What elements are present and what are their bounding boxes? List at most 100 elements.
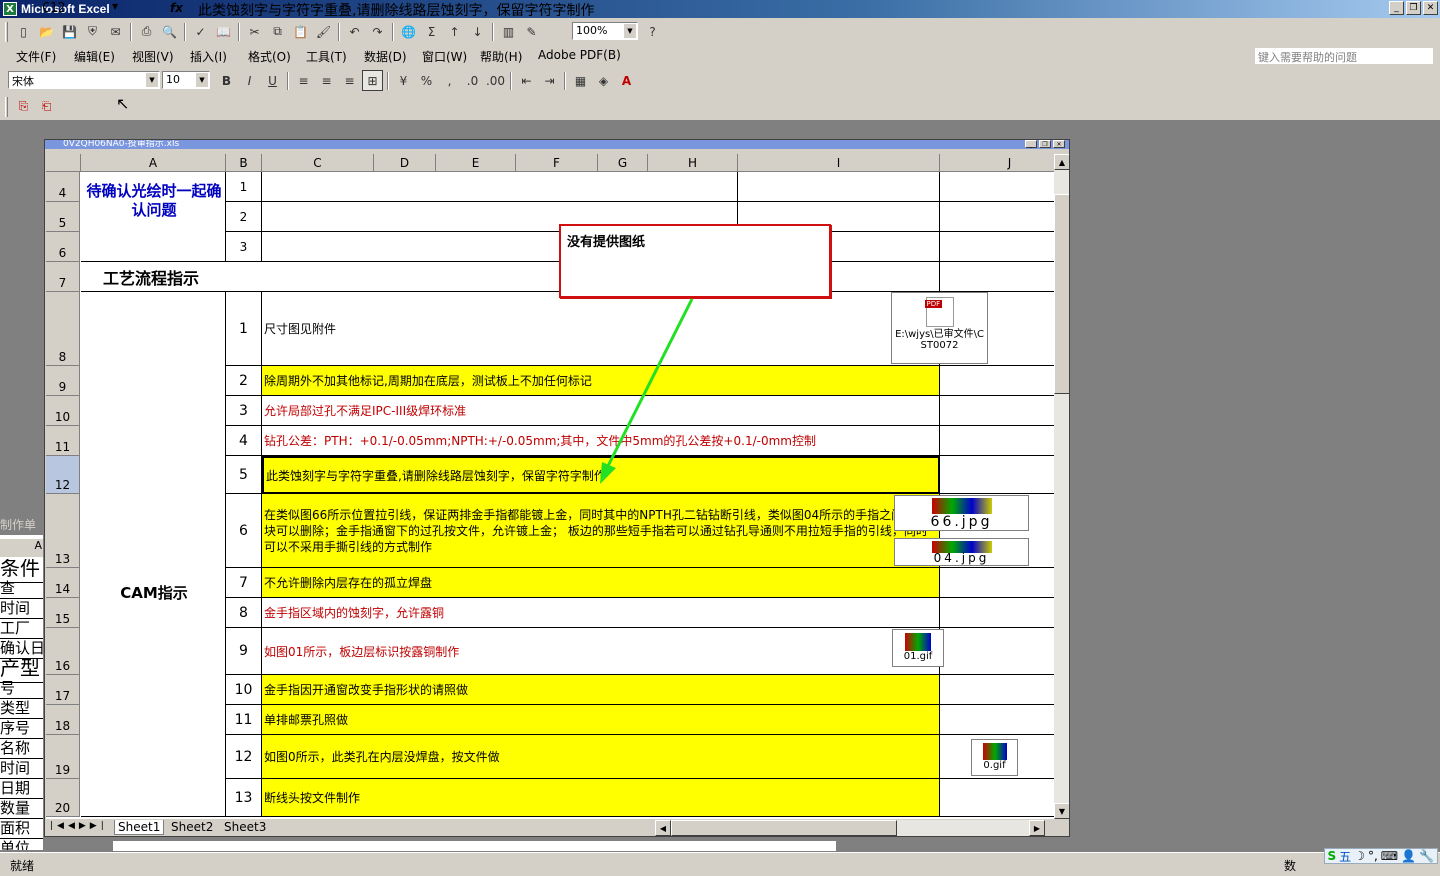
horizontal-scroll-thumb[interactable] bbox=[671, 820, 897, 836]
image-attachment-0[interactable]: 0.gif bbox=[971, 739, 1018, 776]
cam-item-text[interactable]: 尺寸图见附件 bbox=[262, 292, 940, 366]
function-icon[interactable]: fx bbox=[170, 1, 183, 15]
close-button[interactable]: ✕ bbox=[1423, 1, 1438, 15]
name-box[interactable]: C12 bbox=[2, 1, 124, 17]
row-header-18[interactable]: 18 bbox=[46, 705, 80, 735]
cam-item-number[interactable]: 11 bbox=[226, 705, 262, 735]
font-color-icon[interactable]: A bbox=[616, 70, 637, 91]
cam-item-number[interactable]: 1 bbox=[226, 292, 262, 366]
align-left-icon[interactable]: ≡ bbox=[293, 70, 314, 91]
row-header-14[interactable]: 14 bbox=[46, 568, 80, 598]
column-header-j[interactable]: J bbox=[940, 154, 1054, 172]
row-header-7[interactable]: 7 bbox=[46, 262, 80, 292]
ime-keyboard-icon[interactable]: ⌨ bbox=[1381, 849, 1398, 863]
row-header-11[interactable]: 11 bbox=[46, 426, 80, 456]
paste-icon[interactable]: 📋 bbox=[290, 21, 311, 42]
vertical-scroll-thumb[interactable] bbox=[1054, 194, 1069, 394]
restore-button[interactable]: ❐ bbox=[1406, 1, 1421, 15]
cam-item-text[interactable]: 如图01所示，板边层标识按露铜制作 bbox=[262, 628, 940, 675]
scroll-left-icon[interactable]: ◀ bbox=[655, 820, 671, 836]
new-file-icon[interactable]: ▯ bbox=[13, 21, 34, 42]
sheet-tab-2[interactable]: Sheet2 bbox=[168, 820, 216, 834]
menu-help[interactable]: 帮助(H) bbox=[480, 48, 522, 65]
chevron-down-icon[interactable]: ▼ bbox=[146, 73, 158, 87]
sort-ascending-icon[interactable]: ↑ bbox=[444, 21, 465, 42]
toolbar-grip[interactable] bbox=[5, 96, 8, 117]
sheet-nav-arrows-icon[interactable]: |◀◀▶▶| bbox=[50, 821, 108, 831]
cam-item-number[interactable]: 9 bbox=[226, 628, 262, 675]
cam-item-number[interactable]: 10 bbox=[226, 675, 262, 705]
underline-icon[interactable]: U bbox=[262, 70, 283, 91]
cam-item-text[interactable]: 如图0所示，此类孔在内层没焊盘，按文件做 bbox=[262, 735, 940, 779]
increase-decimal-icon[interactable]: .0 bbox=[462, 70, 483, 91]
cam-item-number[interactable]: 6 bbox=[226, 494, 262, 568]
spreadsheet-grid[interactable]: ABCDEFGHIJ 4 5 6 7 8 9 10 11 12 13 14 15 16 17 18 19 20 … bbox=[46, 154, 1054, 819]
cam-item-text[interactable]: 此类蚀刻字与字符字重叠,请删除线路层蚀刻字，保留字符字制作 bbox=[262, 456, 940, 494]
select-all-corner[interactable] bbox=[46, 154, 81, 172]
toolbar-grip[interactable] bbox=[5, 21, 8, 42]
merge-center-icon[interactable]: ⊞ bbox=[362, 70, 383, 91]
cam-item-number[interactable]: 5 bbox=[226, 456, 262, 494]
permission-icon[interactable]: ⛨ bbox=[82, 21, 103, 42]
image-attachment-01[interactable]: 01.gif bbox=[892, 629, 944, 667]
menu-window[interactable]: 窗口(W) bbox=[422, 48, 467, 65]
workbook-minimize-button[interactable]: _ bbox=[1025, 140, 1037, 148]
open-folder-icon[interactable]: 📂 bbox=[36, 21, 57, 42]
sheet-tab-1[interactable]: Sheet1 bbox=[114, 820, 165, 835]
attachment-cell[interactable] bbox=[940, 232, 1054, 262]
row-header-4[interactable]: 4 bbox=[46, 172, 80, 202]
fill-color-icon[interactable]: ◈ bbox=[593, 70, 614, 91]
sort-descending-icon[interactable]: ↓ bbox=[467, 21, 488, 42]
cam-item-text[interactable]: 单排邮票孔照做 bbox=[262, 705, 940, 735]
font-size-combo[interactable]: 10 ▼ bbox=[162, 71, 210, 89]
image-attachment-66[interactable]: 66.jpg bbox=[894, 495, 1029, 531]
borders-icon[interactable]: ▦ bbox=[570, 70, 591, 91]
percent-icon[interactable]: % bbox=[416, 70, 437, 91]
decrease-indent-icon[interactable]: ⇤ bbox=[516, 70, 537, 91]
row-header-10[interactable]: 10 bbox=[46, 396, 80, 426]
cam-item-text[interactable]: 断线头按文件制作 bbox=[262, 779, 940, 817]
ime-halfwidth-icon[interactable]: ☽ bbox=[1354, 849, 1365, 863]
menu-adobe-pdf[interactable]: Adobe PDF(B) bbox=[538, 48, 621, 62]
research-icon[interactable]: 📖 bbox=[213, 21, 234, 42]
column-header-h[interactable]: H bbox=[648, 154, 738, 172]
align-right-icon[interactable]: ≡ bbox=[339, 70, 360, 91]
cam-item-number[interactable]: 7 bbox=[226, 568, 262, 598]
comment-box[interactable]: 没有提供图纸 bbox=[559, 224, 831, 298]
menu-file[interactable]: 文件(F) bbox=[16, 48, 56, 65]
cam-item-text[interactable]: 除周期外不加其他标记,周期加在底层，测试板上不加任何标记 bbox=[262, 366, 940, 396]
cam-label-cell[interactable]: CAM指示 bbox=[81, 292, 226, 817]
convert-and-email-pdf-icon[interactable]: ⎗ bbox=[36, 96, 57, 117]
currency-icon[interactable]: ¥ bbox=[393, 70, 414, 91]
spelling-icon[interactable]: ✓ bbox=[190, 21, 211, 42]
cam-item-text[interactable]: 允许局部过孔不满足IPC-III级焊环标准 bbox=[262, 396, 940, 426]
minimize-button[interactable]: _ bbox=[1389, 1, 1404, 15]
ime-toolbar[interactable]: S 五 ☽ °, ⌨ 👤 🔧 bbox=[1323, 848, 1438, 864]
menu-edit[interactable]: 编辑(E) bbox=[74, 48, 115, 65]
confirm-item-number[interactable]: 2 bbox=[226, 202, 262, 232]
column-header-c[interactable]: C bbox=[262, 154, 374, 172]
cam-item-text[interactable]: 钻孔公差：PTH：+0.1/-0.05mm;NPTH:+/-0.05mm;其中，… bbox=[262, 426, 940, 456]
attachment-cell[interactable] bbox=[940, 628, 1054, 675]
cam-item-number[interactable]: 13 bbox=[226, 779, 262, 817]
undo-icon[interactable]: ↶ bbox=[344, 21, 365, 42]
attachment-cell[interactable] bbox=[940, 568, 1054, 598]
help-search-input[interactable]: 键入需要帮助的问题 bbox=[1254, 47, 1434, 65]
redo-icon[interactable]: ↷ bbox=[367, 21, 388, 42]
cam-item-text[interactable]: 金手指区域内的蚀刻字，允许露铜 bbox=[262, 598, 940, 628]
column-header-i[interactable]: I bbox=[738, 154, 940, 172]
row-header-6[interactable]: 6 bbox=[46, 232, 80, 262]
email-icon[interactable]: ✉ bbox=[105, 21, 126, 42]
attachment-cell[interactable] bbox=[940, 675, 1054, 705]
row-header-19[interactable]: 19 bbox=[46, 735, 80, 779]
increase-indent-icon[interactable]: ⇥ bbox=[539, 70, 560, 91]
attachment-cell[interactable] bbox=[940, 366, 1054, 396]
column-header-f[interactable]: F bbox=[516, 154, 598, 172]
cut-icon[interactable]: ✂ bbox=[244, 21, 265, 42]
row-header-12[interactable]: 12 bbox=[46, 456, 80, 494]
cam-item-number[interactable]: 3 bbox=[226, 396, 262, 426]
print-preview-icon[interactable]: 🔍 bbox=[159, 21, 180, 42]
column-header-e[interactable]: E bbox=[436, 154, 516, 172]
chevron-down-icon[interactable]: ▼ bbox=[624, 24, 636, 38]
chevron-down-icon[interactable]: ▼ bbox=[196, 73, 208, 87]
